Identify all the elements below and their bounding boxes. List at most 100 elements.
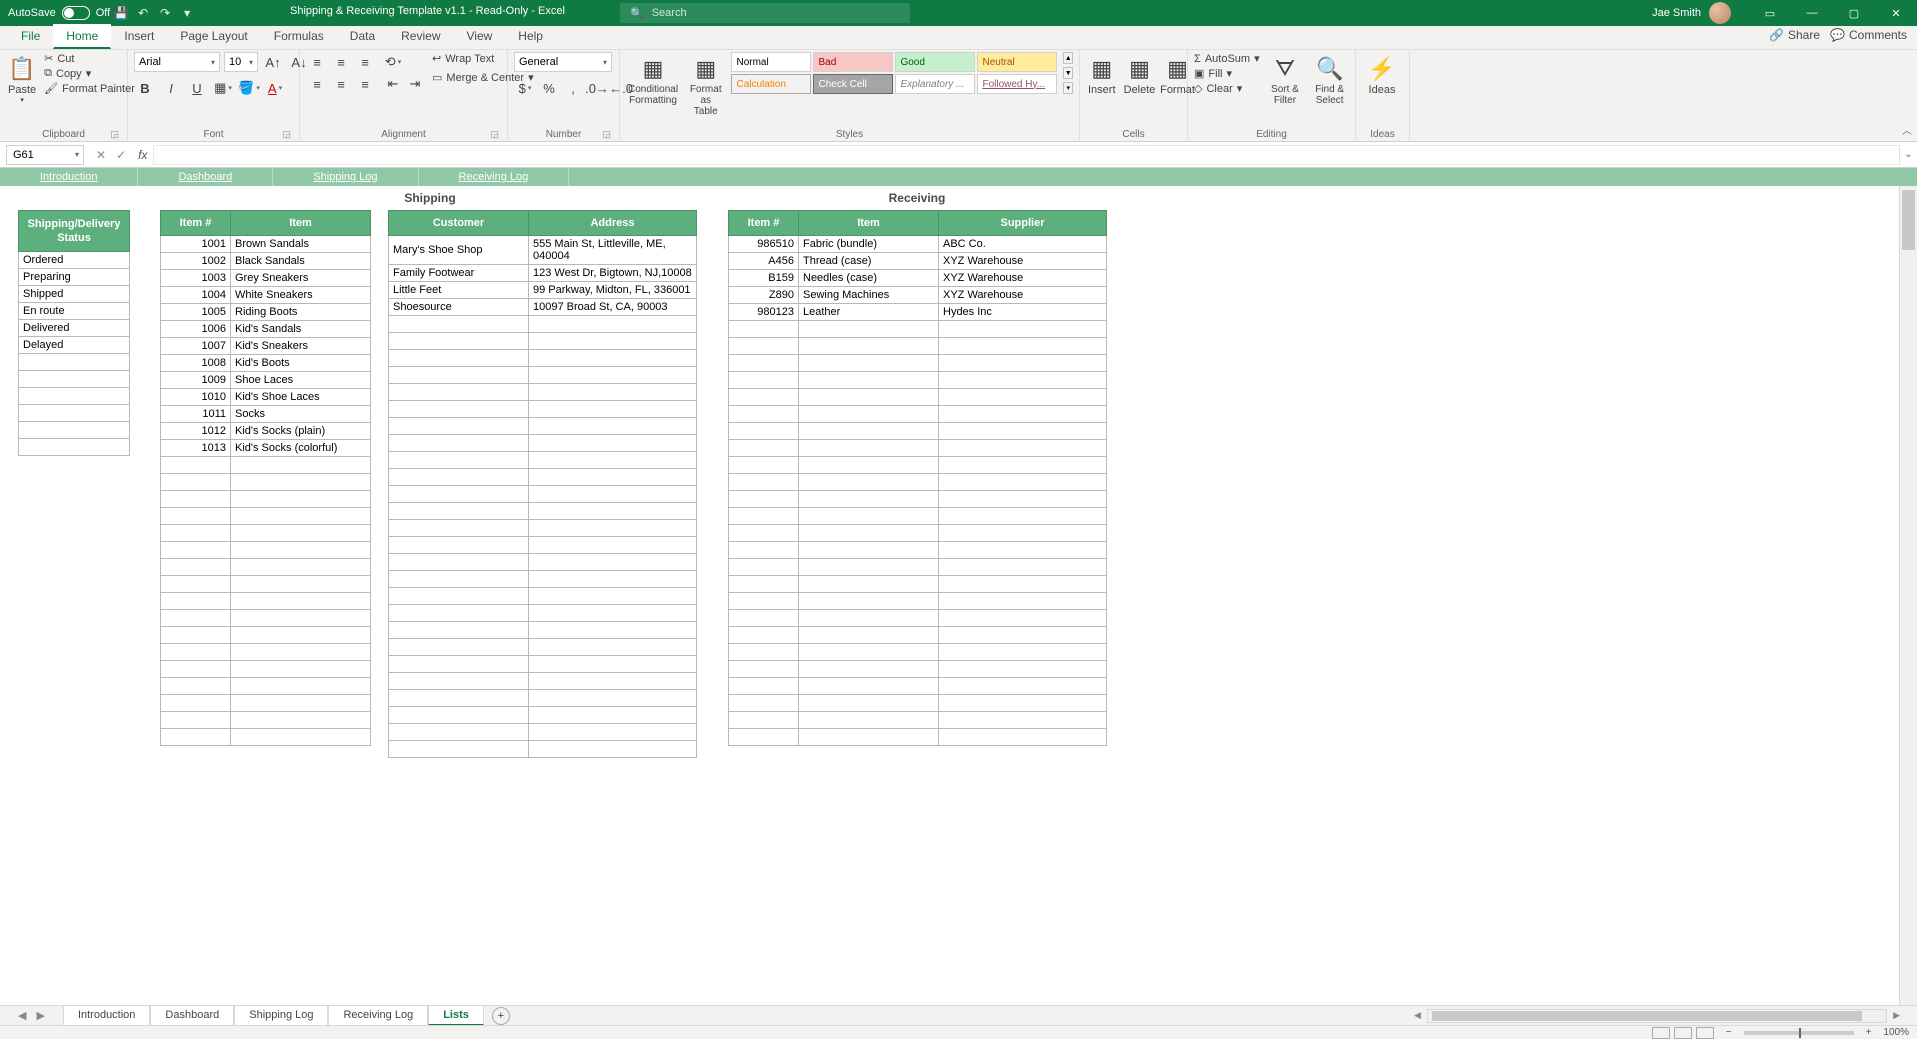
table-cell[interactable] (389, 639, 529, 656)
table-cell[interactable] (729, 576, 799, 593)
ribbon-tab-formulas[interactable]: Formulas (261, 24, 337, 49)
table-cell[interactable] (389, 673, 529, 690)
fill-button[interactable]: ▣Fill ▾ (1194, 67, 1260, 80)
table-cell[interactable] (729, 661, 799, 678)
table-cell[interactable]: 1013 (161, 440, 231, 457)
font-color-icon[interactable]: A (264, 78, 286, 98)
table-cell[interactable] (231, 729, 371, 746)
table-cell[interactable] (161, 457, 231, 474)
table-cell[interactable]: Kid's Sandals (231, 321, 371, 338)
table-cell[interactable]: Socks (231, 406, 371, 423)
table-cell[interactable] (729, 712, 799, 729)
table-cell[interactable] (19, 422, 130, 439)
table-cell[interactable] (529, 333, 697, 350)
table-cell[interactable] (161, 576, 231, 593)
scroll-left-icon[interactable]: ◀ (1414, 1010, 1421, 1021)
dialog-launcher-icon[interactable]: ◲ (490, 129, 499, 140)
table-cell[interactable]: Shipped (19, 286, 130, 303)
undo-icon[interactable]: ↶ (132, 0, 154, 26)
cell-style-neutral[interactable]: Neutral (977, 52, 1057, 72)
cell-style-explanatory[interactable]: Explanatory ... (895, 74, 975, 94)
table-cell[interactable] (729, 678, 799, 695)
increase-font-icon[interactable]: A↑ (262, 52, 284, 72)
table-cell[interactable] (799, 457, 939, 474)
styles-scroll-up-icon[interactable]: ▲ (1063, 52, 1073, 64)
ideas-button[interactable]: ⚡Ideas (1362, 52, 1402, 100)
table-cell[interactable] (729, 372, 799, 389)
ribbon-tab-page-layout[interactable]: Page Layout (167, 24, 260, 49)
table-cell[interactable] (729, 440, 799, 457)
table-cell[interactable] (529, 622, 697, 639)
underline-icon[interactable]: U (186, 78, 208, 98)
nav-link-introduction[interactable]: Introduction (0, 168, 138, 186)
table-cell[interactable] (799, 474, 939, 491)
redo-icon[interactable]: ↷ (154, 0, 176, 26)
table-cell[interactable]: 1004 (161, 287, 231, 304)
table-cell[interactable] (231, 457, 371, 474)
dialog-launcher-icon[interactable]: ◲ (110, 129, 119, 140)
table-cell[interactable]: 1010 (161, 389, 231, 406)
table-cell[interactable] (799, 355, 939, 372)
table-cell[interactable] (799, 542, 939, 559)
table-cell[interactable] (529, 724, 697, 741)
expand-formula-icon[interactable]: ⌄ (1899, 145, 1917, 165)
tab-nav-prev-icon[interactable]: ◀ (18, 1009, 26, 1022)
orientation-icon[interactable]: ⟲ (382, 52, 404, 72)
table-cell[interactable] (389, 656, 529, 673)
table-cell[interactable] (529, 452, 697, 469)
table-cell[interactable] (939, 440, 1107, 457)
save-icon[interactable]: 💾 (110, 0, 132, 26)
table-cell[interactable] (529, 707, 697, 724)
table-cell[interactable] (161, 627, 231, 644)
table-cell[interactable] (389, 435, 529, 452)
table-cell[interactable] (729, 457, 799, 474)
table-cell[interactable]: XYZ Warehouse (939, 287, 1107, 304)
table-cell[interactable] (729, 338, 799, 355)
table-cell[interactable]: Kid's Boots (231, 355, 371, 372)
table-cell[interactable] (529, 690, 697, 707)
table-cell[interactable] (799, 576, 939, 593)
table-cell[interactable] (161, 610, 231, 627)
table-cell[interactable] (799, 321, 939, 338)
table-cell[interactable] (529, 367, 697, 384)
table-cell[interactable] (161, 678, 231, 695)
table-cell[interactable] (799, 610, 939, 627)
sheet-tab-introduction[interactable]: Introduction (63, 1005, 150, 1026)
table-cell[interactable]: 986510 (729, 236, 799, 253)
fill-color-icon[interactable]: 🪣 (238, 78, 260, 98)
fx-icon[interactable]: fx (138, 148, 147, 162)
table-cell[interactable] (161, 644, 231, 661)
table-cell[interactable] (799, 525, 939, 542)
table-cell[interactable] (161, 695, 231, 712)
table-cell[interactable] (389, 622, 529, 639)
copy-button[interactable]: ⧉Copy ▾ (44, 67, 135, 80)
table-cell[interactable] (231, 678, 371, 695)
autosave-control[interactable]: AutoSave Off (8, 6, 110, 20)
sort-filter-button[interactable]: ᗊSort & Filter (1266, 52, 1305, 110)
table-cell[interactable] (389, 605, 529, 622)
table-cell[interactable] (529, 503, 697, 520)
table-cell[interactable] (939, 695, 1107, 712)
table-cell[interactable] (529, 384, 697, 401)
table-cell[interactable]: Brown Sandals (231, 236, 371, 253)
table-cell[interactable] (389, 741, 529, 758)
table-cell[interactable] (799, 627, 939, 644)
table-cell[interactable] (389, 588, 529, 605)
zoom-out-icon[interactable]: − (1726, 1027, 1732, 1038)
table-cell[interactable] (161, 542, 231, 559)
styles-scroll-down-icon[interactable]: ▼ (1063, 67, 1073, 79)
table-cell[interactable] (799, 661, 939, 678)
align-center-icon[interactable]: ≡ (330, 74, 352, 94)
table-cell[interactable] (729, 644, 799, 661)
table-cell[interactable] (939, 576, 1107, 593)
table-cell[interactable] (799, 389, 939, 406)
collapse-ribbon-icon[interactable]: ︿ (1897, 50, 1917, 141)
table-cell[interactable] (389, 316, 529, 333)
table-cell[interactable]: En route (19, 303, 130, 320)
table-cell[interactable] (939, 712, 1107, 729)
comments-button[interactable]: 💬 Comments (1830, 28, 1907, 42)
table-cell[interactable] (799, 491, 939, 508)
table-cell[interactable] (231, 695, 371, 712)
scroll-right-icon[interactable]: ▶ (1893, 1010, 1900, 1021)
table-cell[interactable] (529, 520, 697, 537)
